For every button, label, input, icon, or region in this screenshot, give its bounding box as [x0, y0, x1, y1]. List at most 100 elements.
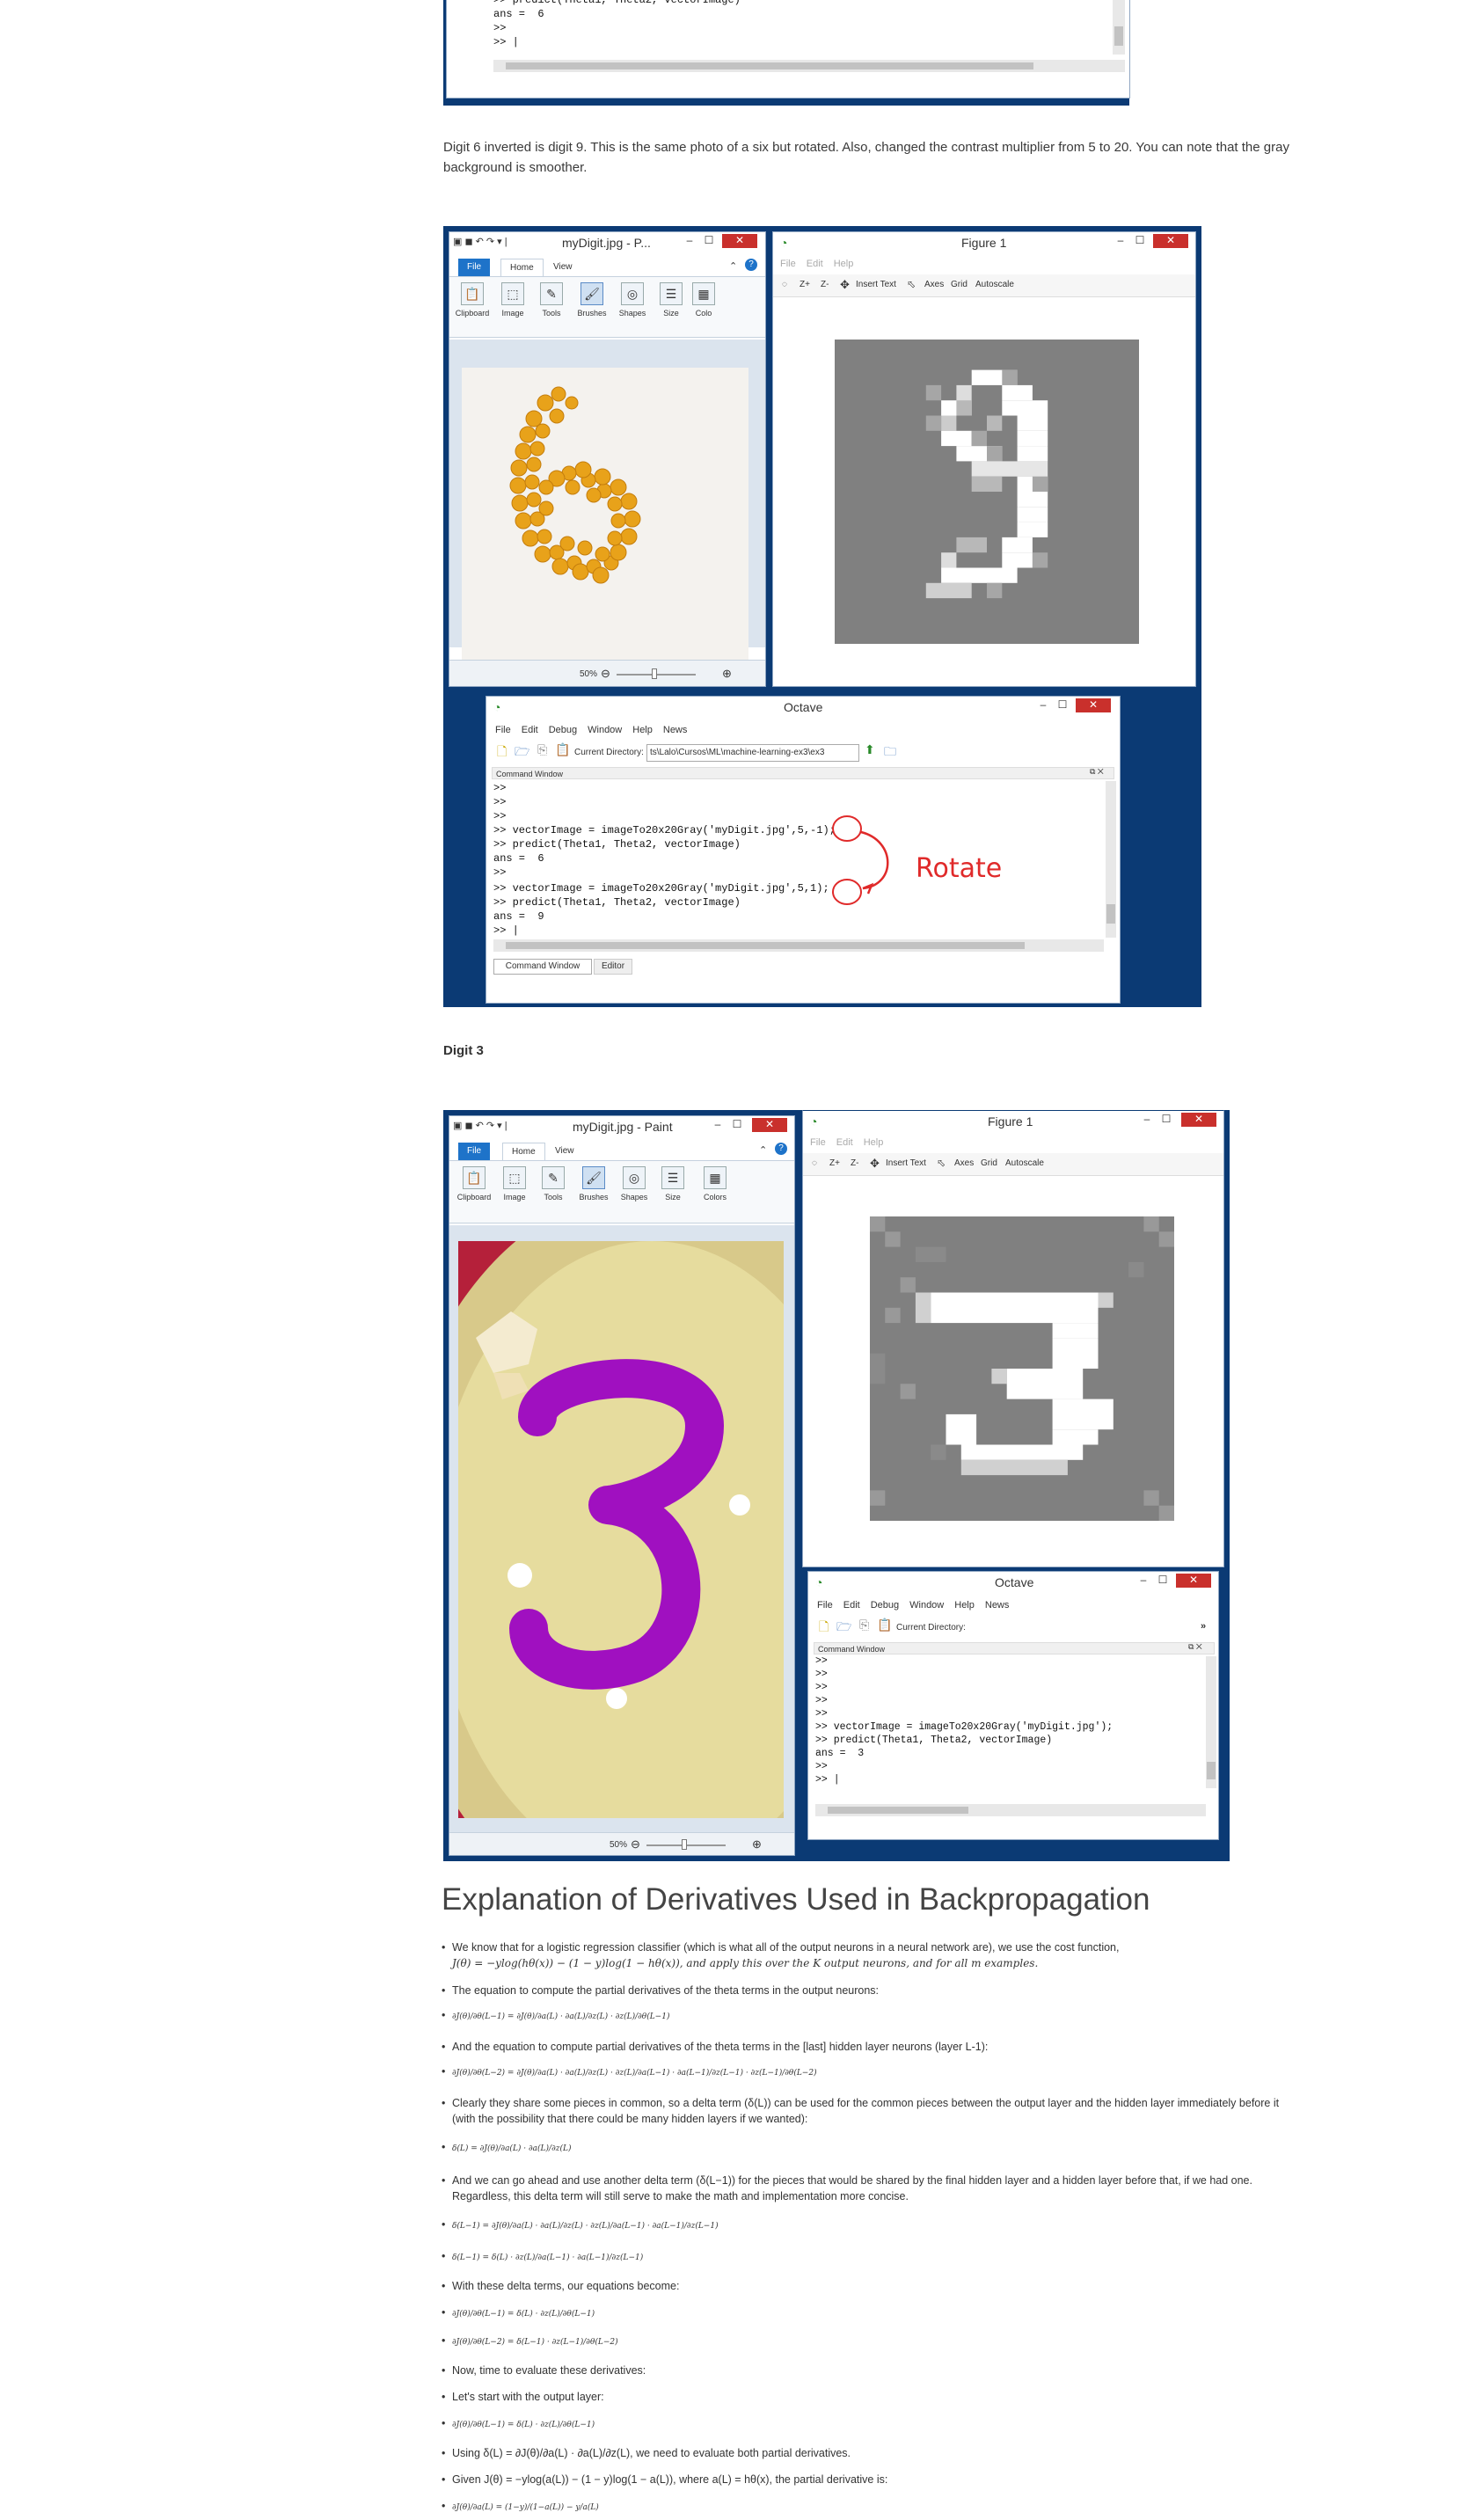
paint2-photo-three[interactable] — [458, 1241, 784, 1818]
menu-debug[interactable]: Debug — [549, 725, 577, 735]
open-folder-icon[interactable]: 🗁 — [515, 742, 529, 763]
menu-news[interactable]: News — [985, 1600, 1010, 1611]
ribbon-tab-home[interactable]: Home — [500, 259, 544, 276]
minimize-icon[interactable]: – — [1033, 699, 1053, 712]
group-image[interactable]: ⬚ Image — [493, 282, 532, 318]
ribbon-tab-view[interactable]: View — [546, 1143, 583, 1160]
top-cmd-hscroll[interactable] — [493, 60, 1125, 72]
undock-icon[interactable]: ⧉ ✕ — [1188, 1642, 1202, 1652]
zoom-in-button[interactable]: Z+ — [800, 280, 810, 289]
ribbon-tab-view[interactable]: View — [544, 259, 581, 276]
menu-help[interactable]: Help — [864, 1137, 884, 1148]
copy-icon[interactable]: ⎘ — [859, 1618, 869, 1633]
ribbon-tab-file[interactable]: File — [458, 259, 491, 276]
ribbon-tab-home[interactable]: Home — [502, 1143, 545, 1160]
paint1-photo-six[interactable] — [462, 368, 748, 660]
paint-quick-access-icons[interactable]: ▣ ◼ ↶ ↷ ▾ | — [453, 236, 507, 247]
grid-button[interactable]: Grid — [981, 1158, 997, 1168]
group-colors[interactable]: ▦ Colors — [696, 1166, 734, 1202]
maximize-icon[interactable]: ☐ — [1153, 1574, 1172, 1587]
zoom-slider-thumb[interactable] — [682, 1839, 687, 1850]
menu-file[interactable]: File — [810, 1137, 826, 1148]
new-file-icon[interactable]: 🗋 — [497, 742, 507, 763]
undock-icon[interactable]: ⧉ ✕ — [1090, 767, 1104, 777]
cmd-prompt[interactable]: >> | — [493, 924, 519, 938]
group-colors[interactable]: ▦ Colo — [690, 282, 717, 318]
minimize-icon[interactable]: – — [1111, 235, 1130, 247]
zoom-out-button[interactable]: Z- — [821, 280, 829, 289]
group-brushes[interactable]: 🖌 Brushes — [574, 1166, 613, 1202]
ribbon-tab-file[interactable]: File — [458, 1143, 491, 1160]
zoom-in-icon[interactable]: ⊕ — [752, 1837, 762, 1852]
tab-editor[interactable]: Editor — [594, 959, 632, 975]
menu-window[interactable]: Window — [588, 725, 622, 735]
toolbar-overflow-icon[interactable]: » — [1201, 1621, 1206, 1632]
paint-quick-access-icons[interactable]: ▣ ◼ ↶ ↷ ▾ | — [453, 1120, 507, 1131]
cmd-hscroll[interactable] — [493, 939, 1104, 952]
maximize-icon[interactable]: ☐ — [1157, 1114, 1176, 1126]
menu-debug[interactable]: Debug — [871, 1600, 899, 1611]
browse-folder-icon[interactable]: 🗀 — [884, 742, 896, 763]
group-tools[interactable]: ✎ Tools — [532, 282, 571, 318]
zoom-in-button[interactable]: Z+ — [829, 1158, 840, 1168]
pan-icon[interactable]: ✥ — [870, 1157, 880, 1171]
axes-button[interactable]: Axes — [954, 1158, 974, 1168]
top-cmd-line-4[interactable]: >> | — [493, 35, 519, 49]
group-brushes[interactable]: 🖌 Brushes — [573, 282, 611, 318]
menu-file[interactable]: File — [817, 1600, 833, 1611]
maximize-icon[interactable]: ☐ — [1053, 699, 1072, 712]
autoscale-button[interactable]: Autoscale — [975, 280, 1014, 289]
grid-button[interactable]: Grid — [951, 280, 968, 289]
maximize-icon[interactable]: ☐ — [699, 235, 719, 247]
menu-window[interactable]: Window — [909, 1600, 944, 1611]
top-cmd-vscroll[interactable] — [1113, 0, 1125, 55]
group-image[interactable]: ⬚ Image — [495, 1166, 534, 1202]
maximize-icon[interactable]: ☐ — [1130, 235, 1150, 247]
close-icon[interactable]: ✕ — [1181, 1113, 1216, 1127]
new-file-icon[interactable]: 🗋 — [819, 1618, 829, 1639]
minimize-icon[interactable]: – — [1137, 1114, 1157, 1126]
collapse-ribbon-icon[interactable]: ⌃ — [759, 1144, 767, 1156]
pan-icon[interactable]: ✥ — [840, 278, 850, 292]
cmd-hscroll[interactable] — [815, 1804, 1206, 1816]
zoom-out-icon[interactable]: ⊖ — [601, 667, 610, 681]
close-icon[interactable]: ✕ — [1076, 698, 1111, 712]
close-icon[interactable]: ✕ — [1176, 1574, 1211, 1588]
zoom-out-button[interactable]: Z- — [851, 1158, 858, 1168]
menu-news[interactable]: News — [663, 725, 688, 735]
menu-edit[interactable]: Edit — [843, 1600, 860, 1611]
group-shapes[interactable]: ◎ Shapes — [613, 282, 652, 318]
menu-file[interactable]: File — [495, 725, 511, 735]
group-clipboard[interactable]: 📋 Clipboard — [455, 1166, 493, 1202]
select-cursor-icon[interactable]: ⬁ — [937, 1157, 946, 1169]
close-icon[interactable]: ✕ — [1153, 234, 1188, 248]
cmd-vscroll[interactable] — [1106, 781, 1116, 938]
zoom-slider-thumb[interactable] — [652, 668, 657, 679]
group-size[interactable]: ☰ Size — [652, 282, 690, 318]
parent-dir-icon[interactable]: ⬆ — [865, 742, 875, 757]
close-icon[interactable]: ✕ — [722, 234, 757, 248]
menu-help[interactable]: Help — [632, 725, 653, 735]
menu-edit[interactable]: Edit — [836, 1137, 853, 1148]
group-tools[interactable]: ✎ Tools — [534, 1166, 573, 1202]
copy-icon[interactable]: ⎘ — [537, 742, 547, 757]
close-icon[interactable]: ✕ — [752, 1118, 787, 1132]
group-clipboard[interactable]: 📋 Clipboard — [453, 282, 492, 318]
axes-button[interactable]: Axes — [924, 280, 944, 289]
zoom-in-icon[interactable]: ⊕ — [722, 667, 732, 681]
insert-text-button[interactable]: Insert Text — [886, 1158, 926, 1168]
group-size[interactable]: ☰ Size — [654, 1166, 692, 1202]
rotate-icon[interactable]: ◌ — [812, 1158, 817, 1168]
menu-edit[interactable]: Edit — [522, 725, 538, 735]
insert-text-button[interactable]: Insert Text — [856, 280, 896, 289]
menu-help[interactable]: Help — [834, 259, 854, 269]
rotate-icon[interactable]: ◌ — [782, 280, 787, 289]
paste-icon[interactable]: 📋 — [877, 1618, 892, 1633]
current-directory-input[interactable]: ts\Lalo\Cursos\ML\machine-learning-ex3\e… — [646, 744, 859, 762]
autoscale-button[interactable]: Autoscale — [1005, 1158, 1044, 1168]
paste-icon[interactable]: 📋 — [555, 742, 570, 757]
maximize-icon[interactable]: ☐ — [727, 1119, 747, 1131]
zoom-out-icon[interactable]: ⊖ — [631, 1837, 640, 1852]
select-cursor-icon[interactable]: ⬁ — [907, 278, 916, 290]
open-folder-icon[interactable]: 🗁 — [836, 1618, 851, 1639]
